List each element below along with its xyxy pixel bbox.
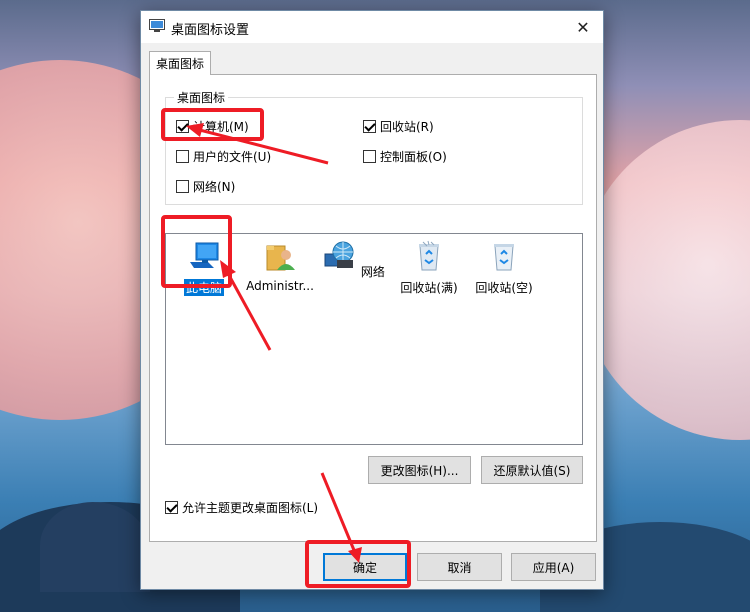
change-icon-button[interactable]: 更改图标(H)... [368, 456, 471, 484]
recycle-bin-full-icon [419, 240, 439, 271]
checkbox-label: 网络(N) [193, 180, 236, 194]
checkbox-box[interactable] [363, 150, 376, 163]
icon-label: 网络 [360, 265, 385, 279]
annotation-highlight-this-pc-icon [161, 215, 232, 288]
title-bar[interactable]: 桌面图标设置 ✕ [141, 11, 603, 43]
apply-button[interactable]: 应用(A) [511, 553, 596, 581]
wallpaper-hill [40, 502, 150, 592]
network-icon [324, 241, 354, 268]
user-folder-icon [266, 245, 295, 271]
icon-item-recycle-bin-empty[interactable]: 回收站(空) [468, 240, 540, 296]
checkbox-box[interactable] [363, 120, 376, 133]
groupbox-title: 桌面图标 [174, 89, 229, 106]
close-icon: ✕ [576, 17, 590, 37]
settings-window-icon [149, 19, 165, 32]
checkbox-network[interactable]: 网络(N) [176, 178, 235, 195]
cancel-button[interactable]: 取消 [417, 553, 502, 581]
icon-item-recycle-bin-full[interactable]: 回收站(满) [393, 240, 465, 296]
icon-item-user-folder[interactable]: Administr... [244, 240, 316, 293]
checkbox-box[interactable] [176, 180, 189, 193]
annotation-highlight-ok-button [305, 540, 411, 588]
checkbox-label: 允许主题更改桌面图标(L) [182, 501, 319, 515]
tab-panel: 桌面图标 计算机(M) 回收站(R) 用户的文件(U) 控制面板(O) 网络(N… [149, 74, 597, 542]
checkbox-label: 控制面板(O) [380, 150, 447, 164]
tab-desktop-icons[interactable]: 桌面图标 [149, 51, 211, 75]
desktop-icon-settings-dialog: 桌面图标设置 ✕ 桌面图标 桌面图标 计算机(M) 回收站(R) 用户的文件(U… [140, 10, 604, 590]
restore-default-button[interactable]: 还原默认值(S) [481, 456, 583, 484]
close-button[interactable]: ✕ [563, 11, 603, 43]
annotation-highlight-computer-checkbox [161, 108, 264, 141]
checkbox-control-panel[interactable]: 控制面板(O) [363, 148, 447, 165]
checkbox-user-files[interactable]: 用户的文件(U) [176, 148, 271, 165]
checkbox-label: 回收站(R) [380, 120, 434, 134]
checkbox-recycle-bin[interactable]: 回收站(R) [363, 118, 434, 135]
recycle-bin-empty-icon [494, 244, 514, 271]
checkbox-label: 用户的文件(U) [193, 150, 272, 164]
icon-label: Administr... [246, 279, 314, 293]
checkbox-box[interactable] [165, 501, 178, 514]
icon-label: 回收站(满) [400, 281, 458, 295]
window-title: 桌面图标设置 [171, 23, 250, 38]
wallpaper-moon-right [580, 120, 750, 440]
icon-label: 回收站(空) [475, 281, 533, 295]
checkbox-allow-themes[interactable]: 允许主题更改桌面图标(L) [165, 499, 318, 516]
checkbox-box[interactable] [176, 150, 189, 163]
icon-item-network[interactable]: 网络 [319, 240, 391, 280]
